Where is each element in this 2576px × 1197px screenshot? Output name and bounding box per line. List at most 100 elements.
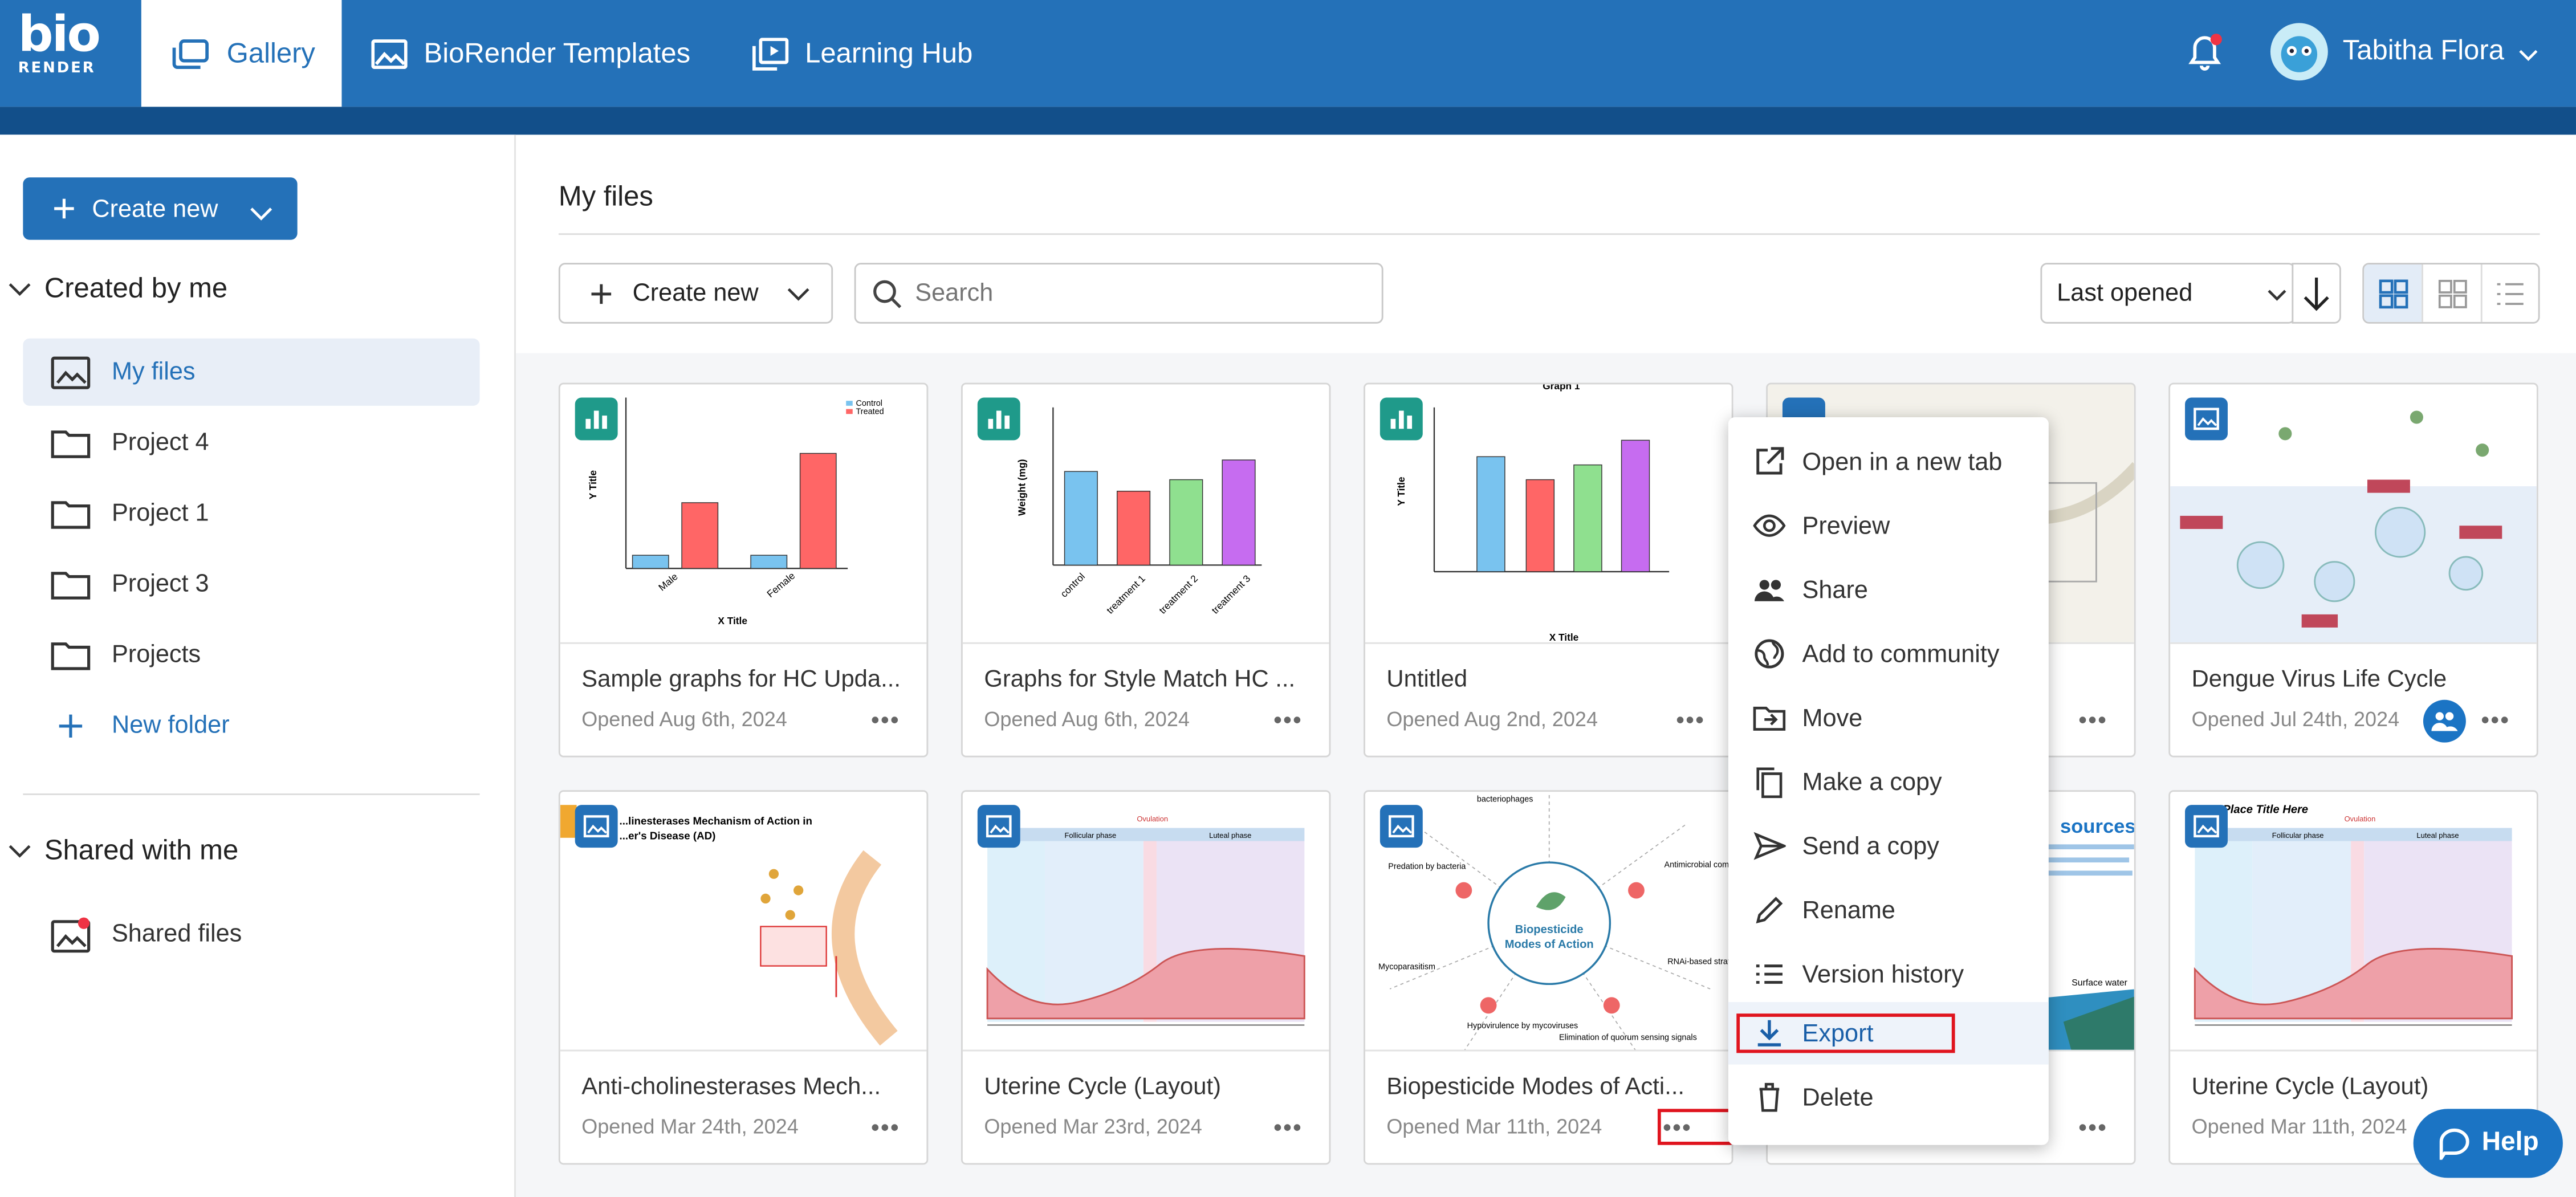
menu-item-add-to-community[interactable]: Add to community xyxy=(1728,622,2049,685)
menu-item-preview[interactable]: Preview xyxy=(1728,494,2049,557)
sidebar-item-projects[interactable]: Projects xyxy=(23,621,479,688)
menu-item-rename[interactable]: Rename xyxy=(1728,879,2049,942)
illustration-type-badge xyxy=(1379,805,1423,848)
more-options-icon[interactable]: ••• xyxy=(1273,706,1303,732)
sort-label: Last opened xyxy=(2057,279,2193,307)
avatar[interactable] xyxy=(2270,23,2328,81)
menu-item-move[interactable]: Move xyxy=(1728,687,2049,750)
file-title: Biopesticide Modes of Acti... xyxy=(1386,1074,1685,1101)
diagram-center-label: Modes of Action xyxy=(1505,938,1594,951)
bar-chart-icon xyxy=(585,410,607,429)
sidebar-item-project-1[interactable]: Project 1 xyxy=(23,480,479,547)
diagram-heading: ...er's Disease (AD) xyxy=(620,830,716,842)
sidebar-create-new-button[interactable]: Create new xyxy=(23,177,298,240)
help-label: Help xyxy=(2481,1128,2539,1157)
search-input[interactable] xyxy=(915,279,1359,307)
tab-learning-hub[interactable]: Learning Hub xyxy=(752,0,972,107)
menu-item-share[interactable]: Share xyxy=(1728,559,2049,621)
more-options-icon[interactable]: ••• xyxy=(1273,1114,1303,1140)
list-icon xyxy=(1756,964,1783,984)
axis-title: Y Title xyxy=(1395,477,1407,506)
sidebar-item-shared-files[interactable]: Shared files xyxy=(23,900,479,967)
sidebar-item-project-3[interactable]: Project 3 xyxy=(23,550,479,617)
bar-chart-icon xyxy=(1390,410,1413,429)
file-title: Uterine Cycle (Layout) xyxy=(984,1074,1222,1101)
file-card[interactable]: Biopesticide Modes of Action bacteriopha… xyxy=(1364,790,1733,1165)
menu-item-label: Delete xyxy=(1802,1083,1874,1112)
help-button[interactable]: Help xyxy=(2413,1109,2563,1178)
phase-label: Ovulation xyxy=(1137,815,1168,823)
file-date: Opened Mar 11th, 2024 xyxy=(2191,1115,2407,1139)
user-name[interactable]: Tabitha Flora xyxy=(2343,35,2504,68)
sidebar-item-label: My files xyxy=(111,358,196,386)
file-title: Uterine Cycle (Layout) xyxy=(2191,1074,2429,1101)
plus-icon xyxy=(59,714,83,737)
sidebar-item-label: Project 1 xyxy=(111,499,209,528)
move-folder-icon xyxy=(1753,706,1786,731)
tab-templates[interactable]: BioRender Templates xyxy=(371,0,690,107)
chevron-down-icon[interactable] xyxy=(2518,41,2538,71)
list-view-button[interactable] xyxy=(2480,264,2538,322)
menu-item-open-new-tab[interactable]: Open in a new tab xyxy=(1728,430,2049,493)
menu-item-label: Preview xyxy=(1802,511,1890,540)
file-card[interactable]: Control Treated Y Title X Title Male Fem… xyxy=(558,382,929,758)
search-box[interactable] xyxy=(854,263,1383,324)
more-options-icon[interactable]: ••• xyxy=(871,706,900,732)
chevron-down-icon xyxy=(9,282,31,295)
menu-item-label: Open in a new tab xyxy=(1802,447,2003,476)
diagram-heading: ...linesterases Mechanism of Action in xyxy=(620,815,812,827)
sidebar-item-my-files[interactable]: My files xyxy=(23,338,480,406)
diagram-label: Elimination of quorum sensing signals xyxy=(1559,1033,1697,1042)
bar-chart-icon xyxy=(988,410,1010,429)
menu-item-label: Make a copy xyxy=(1802,768,1942,796)
tick-label: Male xyxy=(656,571,680,593)
small-grid-view-button[interactable] xyxy=(2422,264,2480,322)
sort-select[interactable]: Last opened xyxy=(2040,263,2296,324)
phase-label: Follicular phase xyxy=(1065,831,1117,840)
tab-gallery[interactable]: Gallery xyxy=(141,0,342,107)
section-created-by-me[interactable]: Created by me xyxy=(8,272,227,306)
copy-icon xyxy=(1756,767,1783,799)
more-options-icon[interactable]: ••• xyxy=(2481,706,2510,732)
file-card[interactable]: Dengue Virus Life Cycle Opened Jul 24th,… xyxy=(2168,382,2538,758)
phase-label: Luteal phase xyxy=(1209,831,1251,840)
more-options-icon[interactable]: ••• xyxy=(871,1114,900,1140)
chevron-down-icon[interactable] xyxy=(250,201,272,229)
file-card[interactable]: Follicular phase Ovulation Luteal phase … xyxy=(961,790,1331,1165)
video-library-icon xyxy=(752,36,789,70)
new-folder-button[interactable]: New folder xyxy=(23,691,479,759)
top-sub-bar xyxy=(0,107,2576,135)
phase-label: Ovulation xyxy=(2345,815,2376,823)
sidebar-item-project-4[interactable]: Project 4 xyxy=(23,409,479,477)
file-card[interactable]: ...linesterases Mechanism of Action in .… xyxy=(558,790,929,1165)
illustration-type-badge xyxy=(2185,805,2228,848)
pencil-icon xyxy=(1756,897,1783,923)
section-shared-with-me[interactable]: Shared with me xyxy=(8,834,238,868)
image-icon xyxy=(2194,815,2219,838)
sort-direction-button[interactable] xyxy=(2292,263,2341,324)
biorender-logo[interactable]: bio RENDER xyxy=(18,6,101,78)
diagram-label: bacteriophages xyxy=(1477,795,1533,804)
more-options-icon[interactable]: ••• xyxy=(1676,706,1705,732)
menu-item-make-copy[interactable]: Make a copy xyxy=(1728,751,2049,813)
menu-item-label: Version history xyxy=(1802,960,1964,988)
more-options-icon[interactable]: ••• xyxy=(2079,1114,2108,1140)
menu-item-delete[interactable]: Delete xyxy=(1728,1066,2049,1129)
notification-bell-icon[interactable] xyxy=(2187,33,2223,81)
menu-item-version-history[interactable]: Version history xyxy=(1728,943,2049,1005)
menu-item-label: Add to community xyxy=(1802,640,2000,668)
large-grid-view-button[interactable] xyxy=(2364,264,2423,322)
file-date: Opened Aug 6th, 2024 xyxy=(581,708,787,731)
image-icon xyxy=(2194,408,2219,430)
create-new-button[interactable]: Create new xyxy=(558,263,833,324)
globe-icon xyxy=(1755,639,1784,669)
file-card[interactable]: Graph 1 Y Title X Title Untitled Opened … xyxy=(1364,382,1733,758)
chevron-down-icon xyxy=(2268,290,2286,301)
trash-icon xyxy=(1759,1082,1780,1112)
file-card[interactable]: Weight (mg) control treatment 1 treatmen… xyxy=(961,382,1331,758)
menu-item-send-copy[interactable]: Send a copy xyxy=(1728,815,2049,877)
logo-text: bio xyxy=(18,6,101,64)
sidebar-item-label: Projects xyxy=(111,640,201,669)
more-options-icon[interactable]: ••• xyxy=(2079,706,2108,732)
file-title: Anti-cholinesterases Mech... xyxy=(581,1074,881,1101)
